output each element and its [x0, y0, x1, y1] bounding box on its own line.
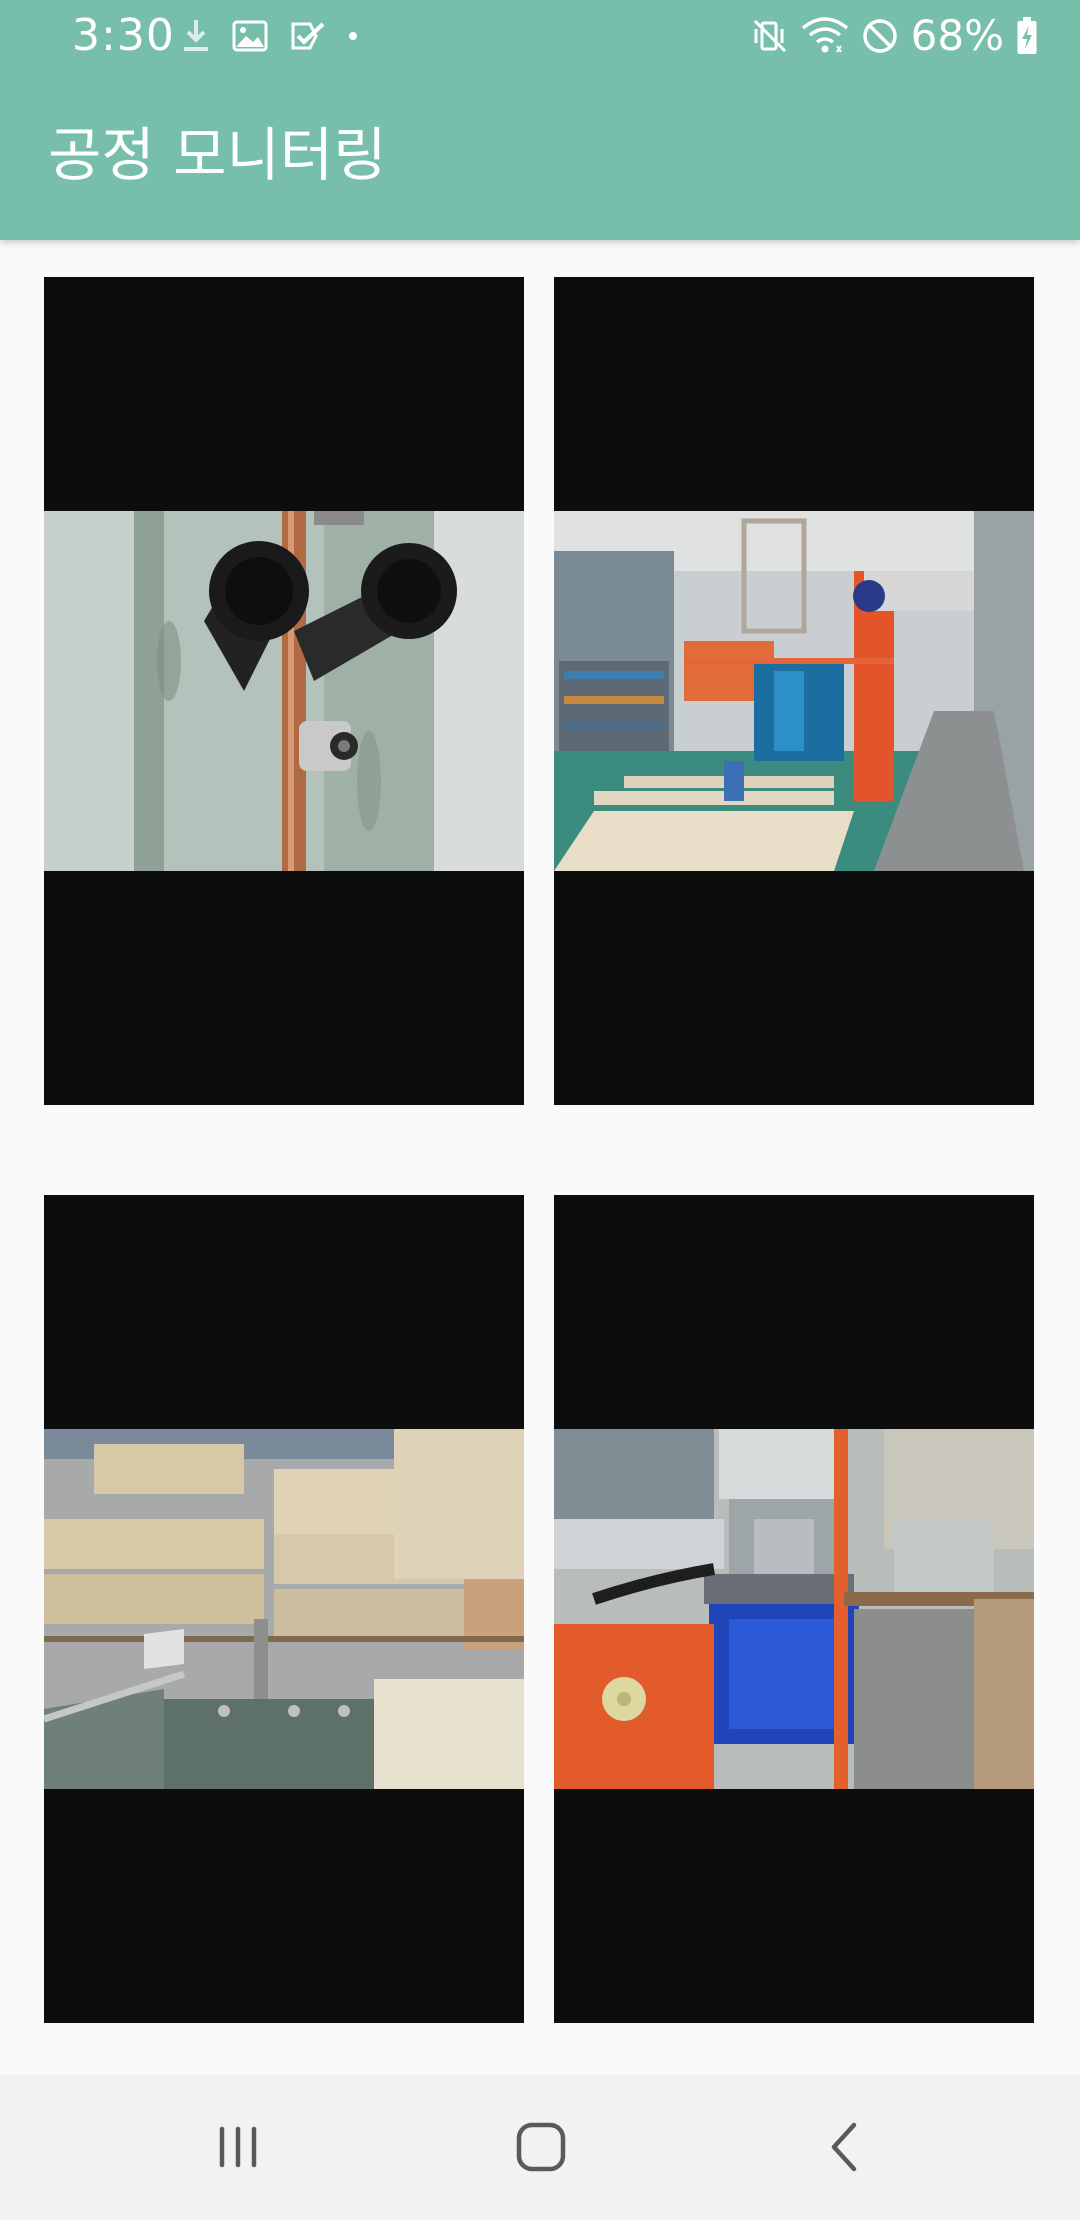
download-icon	[182, 18, 210, 54]
camera-grid	[0, 240, 1080, 2075]
status-bar: 3:30 68%	[0, 0, 1080, 72]
camera-feed-image	[554, 511, 1034, 871]
battery-icon	[1016, 17, 1038, 55]
task-check-icon	[290, 20, 326, 52]
dot-icon	[348, 31, 358, 41]
app-bar: 3:30 68% 공정 모니터링	[0, 0, 1080, 240]
copper-pipe-scene	[44, 511, 524, 871]
recent-apps-button[interactable]	[198, 2107, 278, 2187]
home-button[interactable]	[501, 2107, 581, 2187]
page-title: 공정 모니터링	[48, 121, 387, 189]
warehouse-scene	[44, 1429, 524, 1789]
system-icons: 68%	[751, 10, 1038, 62]
battery-percentage: 68%	[910, 11, 1004, 60]
camera-feed-image	[44, 1429, 524, 1789]
back-button[interactable]	[804, 2107, 884, 2187]
vibrate-mute-icon	[751, 17, 789, 55]
do-not-disturb-icon	[861, 17, 899, 55]
navigation-bar	[0, 2075, 1080, 2220]
wifi-icon	[801, 16, 849, 56]
camera-tile[interactable]	[554, 1195, 1034, 2023]
camera-tile[interactable]	[44, 1195, 524, 2023]
camera-feed-image	[44, 511, 524, 871]
status-time: 3:30	[72, 10, 175, 61]
home-icon	[515, 2121, 567, 2173]
motor-gearbox-scene	[554, 1429, 1034, 1789]
plating-line-scene	[554, 511, 1034, 871]
back-icon	[824, 2121, 864, 2173]
camera-feed-image	[554, 1429, 1034, 1789]
recent-apps-icon	[214, 2123, 262, 2171]
camera-tile[interactable]	[44, 277, 524, 1105]
notification-icons	[182, 16, 358, 56]
camera-tile[interactable]	[554, 277, 1034, 1105]
image-icon	[232, 20, 268, 52]
screen: 3:30 68% 공정 모니터링	[0, 0, 1080, 2220]
